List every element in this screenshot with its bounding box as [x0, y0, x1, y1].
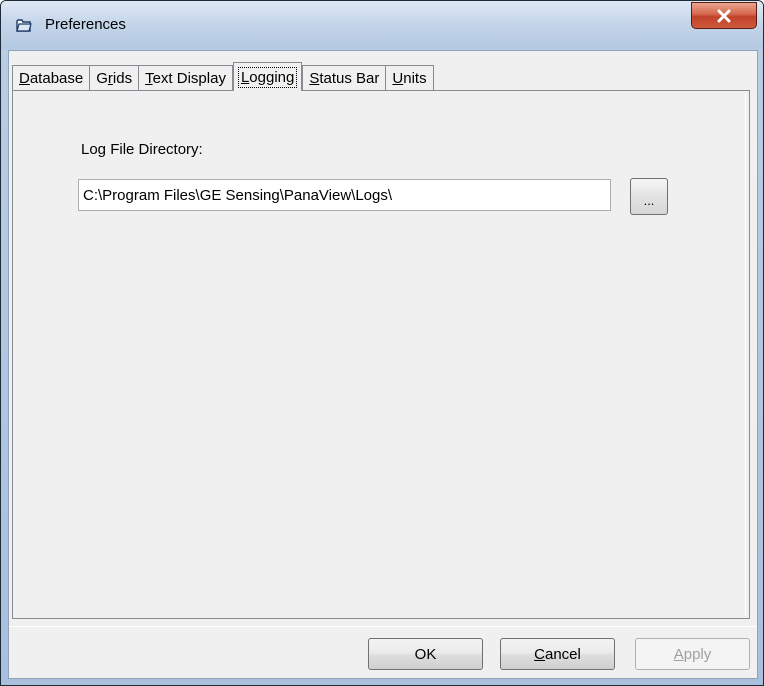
apply-button[interactable]: Apply [635, 638, 750, 670]
log-directory-input[interactable] [78, 179, 611, 211]
logging-tab-panel: Log File Directory: ... [12, 90, 750, 619]
log-file-directory-label: Log File Directory: [81, 141, 203, 158]
browse-button[interactable]: ... [630, 178, 668, 215]
tab-database[interactable]: Database [12, 65, 91, 91]
tab-text-display[interactable]: Text Display [138, 65, 233, 91]
tab-label: Grids [96, 70, 133, 87]
tab-status-bar[interactable]: Status Bar [302, 65, 387, 91]
close-icon [717, 9, 731, 22]
ok-button[interactable]: OK [368, 638, 483, 670]
tab-logging[interactable]: Logging [232, 62, 303, 91]
dialog-client-area: Database Grids Text Display Logging Stat… [8, 50, 758, 679]
close-button[interactable] [691, 2, 757, 29]
tab-label: Units [392, 70, 427, 87]
panel-edge [745, 93, 746, 616]
divider [9, 626, 757, 627]
preferences-window: Preferences Database Grids Text Display … [0, 0, 764, 686]
title-bar[interactable]: Preferences [1, 1, 763, 49]
tab-label: Database [19, 70, 84, 87]
tab-grids[interactable]: Grids [89, 65, 140, 91]
tab-units[interactable]: Units [385, 65, 434, 91]
tab-label: Status Bar [309, 70, 380, 87]
tab-label: Logging [237, 66, 298, 88]
window-title: Preferences [45, 16, 126, 33]
tab-label: Text Display [145, 70, 226, 87]
tab-strip: Database Grids Text Display Logging Stat… [12, 62, 434, 91]
folder-icon [16, 19, 32, 32]
cancel-button[interactable]: Cancel [500, 638, 615, 670]
